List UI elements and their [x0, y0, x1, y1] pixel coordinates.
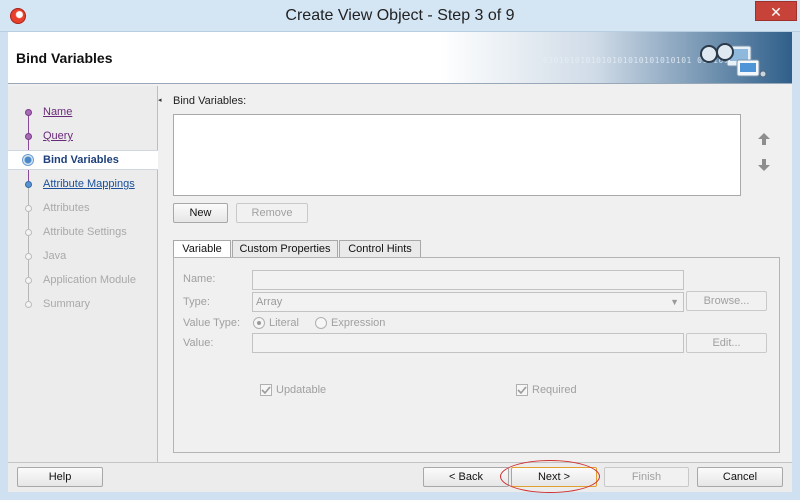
nav-step-attributes: Attributes [8, 199, 158, 219]
glasses-monitor-icon [693, 38, 773, 82]
nav-step-label: Bind Variables [43, 154, 119, 166]
step-pending-icon [25, 253, 32, 260]
cancel-button[interactable]: Cancel [697, 467, 783, 487]
step-pending-icon [25, 301, 32, 308]
arrow-down-icon[interactable] [757, 158, 771, 172]
page-title: Bind Variables [16, 50, 113, 66]
step-pending-icon [25, 229, 32, 236]
nav-step-query[interactable]: Query [8, 127, 158, 147]
nav-step-java: Java [8, 247, 158, 267]
close-window-button[interactable]: ✕ [755, 1, 797, 21]
type-select[interactable]: Array ▼ [252, 292, 684, 312]
step-next-icon [25, 181, 32, 188]
nav-step-label: Attribute Mappings [43, 178, 135, 190]
step-pending-icon [25, 277, 32, 284]
type-label: Type: [183, 296, 210, 308]
nav-step-label: Summary [43, 298, 91, 310]
nav-step-label: Java [43, 250, 67, 262]
nav-step-label: Application Module [43, 274, 136, 286]
browse-button[interactable]: Browse... [686, 291, 767, 311]
nav-step-bind-variables[interactable]: Bind Variables [8, 150, 158, 170]
tab-custom-properties[interactable]: Custom Properties [232, 240, 338, 258]
literal-radio[interactable] [253, 317, 265, 329]
nav-step-label: Query [43, 130, 73, 142]
nav-step-summary: Summary [8, 295, 158, 315]
back-button[interactable]: < Back [423, 467, 509, 487]
updatable-checkbox[interactable] [260, 384, 272, 396]
window-title: Create View Object - Step 3 of 9 [285, 7, 515, 24]
step-current-icon [22, 154, 34, 166]
nav-track-progress [28, 114, 29, 184]
next-button[interactable]: Next > [511, 467, 597, 487]
wizard-header: Bind Variables 0101010101010101010101010… [8, 32, 792, 84]
nav-step-name[interactable]: Name [8, 103, 158, 123]
nav-step-label: Attribute Settings [43, 226, 127, 238]
step-done-icon [25, 133, 32, 140]
remove-button[interactable]: Remove [236, 203, 308, 223]
nav-step-attribute-mappings[interactable]: Attribute Mappings [8, 175, 158, 195]
collapse-handle-icon[interactable]: ◂ [158, 96, 162, 104]
help-button[interactable]: Help [17, 467, 103, 487]
value-type-label: Value Type: [183, 317, 241, 329]
step-done-icon [25, 109, 32, 116]
expression-label: Expression [331, 317, 386, 329]
nav-step-label: Name [43, 106, 73, 118]
required-checkbox[interactable] [516, 384, 528, 396]
arrow-up-icon[interactable] [757, 132, 771, 146]
type-select-value: Array [256, 296, 283, 308]
step-pending-icon [25, 205, 32, 212]
value-field[interactable] [252, 333, 684, 353]
finish-button[interactable]: Finish [604, 467, 689, 487]
bind-variables-label: Bind Variables: [173, 95, 247, 107]
edit-button[interactable]: Edit... [686, 333, 767, 353]
chevron-down-icon: ▼ [670, 297, 679, 307]
nav-step-application-module: Application Module [8, 271, 158, 291]
name-label: Name: [183, 273, 216, 285]
expression-radio[interactable] [315, 317, 327, 329]
value-label: Value: [183, 337, 214, 349]
literal-label: Literal [269, 317, 299, 329]
tab-control-hints[interactable]: Control Hints [339, 240, 421, 258]
nav-step-attribute-settings: Attribute Settings [8, 223, 158, 243]
required-label: Required [532, 384, 577, 396]
new-button[interactable]: New [173, 203, 228, 223]
nav-step-label: Attributes [43, 202, 90, 214]
updatable-label: Updatable [276, 384, 327, 396]
name-field[interactable] [252, 270, 684, 290]
bind-variables-table[interactable] [173, 114, 741, 196]
